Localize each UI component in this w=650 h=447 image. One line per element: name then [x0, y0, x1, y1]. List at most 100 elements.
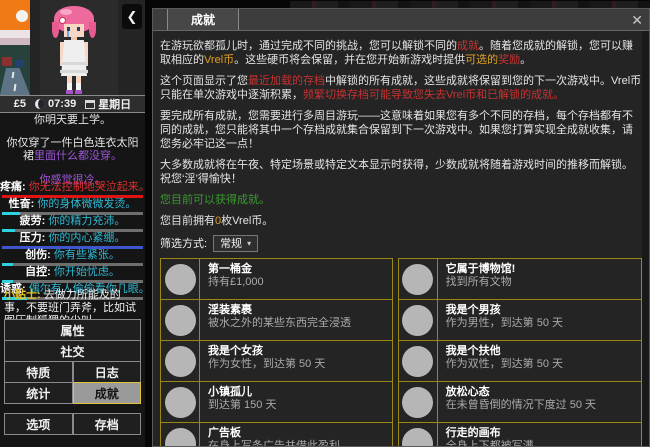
achievement-title: 放松心态 — [445, 386, 490, 398]
status-row-control: 自控: 你开始忧虑。 — [25, 266, 120, 278]
achievement-title: 淫装素裹 — [208, 304, 252, 316]
close-panel-button[interactable]: ✕ — [631, 9, 643, 31]
achievement-icon — [402, 263, 434, 295]
text-segment: 成就 — [457, 40, 479, 52]
text-segment: 您目前可以获得成就。 — [160, 194, 270, 206]
calendar-icon — [85, 99, 96, 109]
day-display: 星期日 — [85, 96, 131, 112]
status-row-pain: 疼痛: 你无法控制地哭泣起来。 — [0, 181, 150, 193]
panel-body: 在游玩欲都孤儿时，通过完成不同的挑战，您可以解锁不同的成就。随着您成就的解锁，您… — [153, 31, 649, 447]
achievement-row: 放松心态 在未曾昏倒的情况下度过 50 天 — [397, 381, 642, 423]
location-art — [0, 0, 30, 95]
tab-achievements[interactable]: 成就 — [167, 9, 239, 30]
achievement-title: 我是个男孩 — [445, 304, 501, 316]
achievement-row: 我是个男孩 作为男性，到达第 50 天 — [397, 299, 642, 341]
achievement-icon — [164, 263, 196, 295]
social-button[interactable]: 社交 — [4, 340, 141, 362]
achievement-title: 我是个扶他 — [445, 345, 501, 357]
achievement-desc: 在身上写条广告并借此盈利 — [208, 440, 340, 447]
sidebar: ❮ £5 07:39 星期日 你明天要上学。 你仅穿了一件白色连衣太阳裙里面什么… — [0, 0, 150, 447]
achievement-row: 小镇孤儿 到达第 150 天 — [160, 381, 393, 423]
achievement-icon — [402, 345, 434, 377]
chevron-down-icon: ▾ — [247, 238, 252, 248]
achievement-row: 我是个扶他 作为双性，到达第 50 天 — [397, 340, 642, 382]
achievement-desc: 作为女性，到达第 50 天 — [208, 358, 326, 370]
achievement-icon — [164, 345, 196, 377]
text-segment: 。 — [520, 54, 532, 66]
text-segment: 。这些硬币将会保留，并在您开始新游戏时提供 — [234, 54, 466, 66]
collapse-sidebar-button[interactable]: ❮ — [122, 4, 142, 29]
status-message: 你明天要上学。 — [0, 114, 145, 127]
achievement-title: 它属于博物馆! — [445, 263, 516, 275]
attributes-button[interactable]: 属性 — [4, 319, 141, 341]
multi-playthrough-paragraph: 要完成所有成就，您需要进行多周目游玩——这意味着如果您有多个不同的存档，每个存档… — [160, 109, 642, 151]
car-art — [15, 60, 24, 67]
money-display: £5 — [13, 98, 27, 110]
achievement-icon — [402, 304, 434, 336]
achievement-icon — [402, 427, 434, 446]
achievement-desc: 被水之外的某些东西完全浸透 — [208, 317, 351, 329]
achievement-desc: 作为双性，到达第 50 天 — [445, 358, 563, 370]
status-row-stress: 压力: 你的内心紧绷。 — [19, 232, 126, 244]
statistics-button[interactable]: 统计 — [4, 382, 73, 404]
saves-button[interactable]: 存档 — [72, 413, 141, 435]
achievement-desc: 持有£1,000 — [208, 276, 264, 288]
achievement-desc: 在未曾昏倒的情况下度过 50 天 — [445, 399, 596, 411]
intro-paragraph: 在游玩欲都孤儿时，通过完成不同的挑战，您可以解锁不同的成就。随着您成就的解锁，您… — [160, 39, 642, 67]
text-segment: 枚Vrel币。 — [221, 215, 274, 227]
vrel-balance-line: 您目前拥有0枚Vrel币。 — [160, 214, 642, 228]
status-topbar: £5 07:39 星期日 — [0, 95, 145, 113]
achievement-title: 第一桶金 — [208, 263, 252, 275]
filter-selected-value: 常规 — [220, 237, 243, 250]
scrollbar[interactable] — [642, 31, 649, 446]
achievements-column-left: 第一桶金 持有£1,000 淫装素裹 被水之外的某些东西完全浸透 我是个女孩 作… — [160, 258, 393, 447]
achievement-title: 行走的画布 — [445, 427, 501, 439]
achievement-row: 第一桶金 持有£1,000 — [160, 258, 393, 300]
achievement-icon — [164, 304, 196, 336]
moon-icon — [16, 10, 28, 22]
achievement-icon — [164, 427, 196, 446]
status-message: 你仅穿了一件白色连衣太阳裙里面什么都没穿。 — [0, 137, 145, 163]
achievement-row: 广告板 在身上写条广告并借此盈利 — [160, 422, 393, 447]
achievement-row: 淫装素裹 被水之外的某些东西完全浸透 — [160, 299, 393, 341]
close-icon: ✕ — [631, 11, 643, 28]
filter-row: 筛选方式: 常规 ▾ — [160, 235, 642, 252]
save-warning-paragraph: 这个页面显示了您最近加载的存档中解锁的所有成就，这些成就将保留到您的下一次游戏中… — [160, 74, 642, 102]
eligible-status-line: 您目前可以获得成就。 — [160, 193, 642, 207]
text-segment: 里面什么都没穿。 — [34, 150, 122, 162]
achievements-button[interactable]: 成就 — [72, 382, 141, 404]
status-row-arousal: 性奋: 你的身体微微发烫。 — [8, 198, 137, 210]
achievement-icon — [164, 386, 196, 418]
chevron-left-icon: ❮ — [126, 8, 138, 24]
text-segment: 最近加载的存档 — [248, 75, 325, 87]
time-display: 07:39 — [35, 98, 76, 110]
status-row-fatigue: 疲劳: 你的精力充沛。 — [19, 215, 126, 227]
filter-dropdown[interactable]: 常规 ▾ — [213, 235, 259, 252]
achievement-row: 它属于博物馆! 找到所有文物 — [397, 258, 642, 300]
journal-button[interactable]: 日志 — [72, 361, 141, 383]
traits-button[interactable]: 特质 — [4, 361, 73, 383]
achievement-row: 行走的画布 全身上下都被写满 — [397, 422, 642, 447]
text-segment: 奖励 — [498, 54, 521, 66]
tip-label: 小贴士: — [4, 289, 41, 301]
achievement-row: 我是个女孩 作为女性，到达第 50 天 — [160, 340, 393, 382]
options-button[interactable]: 选项 — [4, 413, 73, 435]
text-segment: 这个页面显示了您 — [160, 75, 248, 87]
text-segment: 你明天要上学。 — [34, 114, 111, 126]
achievement-desc: 找到所有文物 — [445, 276, 512, 288]
achievement-title: 广告板 — [208, 427, 241, 439]
filter-label: 筛选方式: — [160, 237, 208, 250]
achievement-desc: 到达第 150 天 — [208, 399, 277, 411]
status-messages: 你明天要上学。 你仅穿了一件白色连衣太阳裙里面什么都没穿。 你感觉很冷。 — [0, 114, 145, 187]
character-sprite — [52, 6, 96, 94]
achievement-title: 我是个女孩 — [208, 345, 263, 357]
character-portrait: ❮ — [30, 0, 145, 95]
sidebar-menu: 属性 社交 特质 日志 统计 成就 选项 存档 — [4, 319, 141, 435]
achievement-desc: 作为男性，到达第 50 天 — [445, 317, 563, 329]
achievement-desc: 全身上下都被写满 — [445, 440, 534, 447]
achievement-title: 小镇孤儿 — [208, 386, 252, 398]
truck-art — [2, 57, 12, 66]
achievements-grid: 第一桶金 持有£1,000 淫装素裹 被水之外的某些东西完全浸透 我是个女孩 作… — [160, 258, 642, 447]
status-row-trauma: 创伤: 你有些紧张。 — [25, 249, 120, 261]
text-segment: Vrel币 — [204, 54, 235, 66]
